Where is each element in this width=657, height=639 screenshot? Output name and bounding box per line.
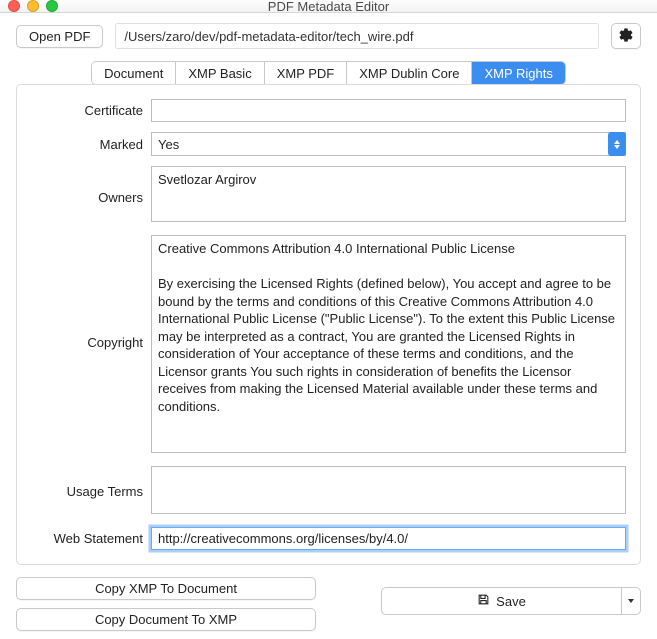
- settings-button[interactable]: [611, 23, 641, 49]
- save-button-label: Save: [496, 594, 526, 609]
- label-usage-terms: Usage Terms: [31, 466, 151, 499]
- minimize-window-button[interactable]: [27, 0, 39, 12]
- label-owners: Owners: [31, 166, 151, 205]
- tab-document[interactable]: Document: [92, 62, 176, 84]
- tab-label: XMP Basic: [188, 66, 251, 81]
- tab-xmp-rights[interactable]: XMP Rights: [472, 62, 564, 84]
- tab-label: Document: [104, 66, 163, 81]
- row-certificate: Certificate: [31, 99, 626, 122]
- file-path-text: /Users/zaro/dev/pdf-metadata-editor/tech…: [124, 29, 413, 44]
- save-icon: [477, 593, 490, 609]
- row-owners: Owners: [31, 166, 626, 225]
- copy-document-to-xmp-button[interactable]: Copy Document To XMP: [16, 608, 316, 631]
- open-pdf-button-label: Open PDF: [29, 29, 90, 44]
- gear-icon: [618, 27, 634, 46]
- window-title: PDF Metadata Editor: [0, 0, 657, 14]
- tab-label: XMP Dublin Core: [359, 66, 459, 81]
- tab-xmp-pdf[interactable]: XMP PDF: [265, 62, 348, 84]
- bottom-left-buttons: Copy XMP To Document Copy Document To XM…: [16, 577, 316, 631]
- marked-select-value: Yes: [158, 137, 179, 152]
- tab-xmp-basic[interactable]: XMP Basic: [176, 62, 264, 84]
- row-copyright: Copyright: [31, 235, 626, 456]
- bottom-bar: Copy XMP To Document Copy Document To XM…: [0, 565, 657, 639]
- save-button[interactable]: Save: [381, 587, 621, 615]
- traffic-lights: [8, 0, 58, 12]
- row-marked: Marked Yes: [31, 132, 626, 156]
- tab-xmp-dublin-core[interactable]: XMP Dublin Core: [347, 62, 472, 84]
- app-window: PDF Metadata Editor Open PDF /Users/zaro…: [0, 0, 657, 638]
- open-pdf-button[interactable]: Open PDF: [16, 25, 103, 48]
- xmp-rights-pane: Certificate Marked Yes: [16, 84, 641, 565]
- content-area: Certificate Marked Yes: [16, 85, 641, 565]
- certificate-input[interactable]: [151, 99, 626, 122]
- bottom-right: Save: [332, 577, 641, 615]
- label-marked: Marked: [31, 137, 151, 152]
- label-web-statement: Web Statement: [31, 531, 151, 546]
- tab-strip: Document XMP Basic XMP PDF XMP Dublin Co…: [91, 61, 566, 85]
- close-window-button[interactable]: [8, 0, 20, 12]
- usage-terms-input[interactable]: [151, 466, 626, 514]
- tab-label: XMP PDF: [277, 66, 335, 81]
- button-label: Copy Document To XMP: [95, 612, 237, 627]
- titlebar: PDF Metadata Editor: [0, 0, 657, 13]
- select-stepper-icon: [608, 132, 626, 156]
- button-label: Copy XMP To Document: [95, 581, 237, 596]
- save-dropdown-toggle[interactable]: [621, 587, 641, 615]
- owners-input[interactable]: [151, 166, 626, 222]
- copyright-input[interactable]: [151, 235, 626, 453]
- file-path-display: /Users/zaro/dev/pdf-metadata-editor/tech…: [115, 23, 599, 49]
- row-web-statement: Web Statement: [31, 527, 626, 550]
- zoom-window-button[interactable]: [46, 0, 58, 12]
- row-usage-terms: Usage Terms: [31, 466, 626, 517]
- chevron-down-icon: [628, 599, 634, 603]
- tab-bar: Document XMP Basic XMP PDF XMP Dublin Co…: [0, 61, 657, 85]
- label-copyright: Copyright: [31, 235, 151, 350]
- web-statement-input[interactable]: [151, 527, 626, 550]
- tab-label: XMP Rights: [484, 66, 552, 81]
- label-certificate: Certificate: [31, 103, 151, 118]
- copy-xmp-to-document-button[interactable]: Copy XMP To Document: [16, 577, 316, 600]
- toolbar: Open PDF /Users/zaro/dev/pdf-metadata-ed…: [0, 13, 657, 59]
- marked-select[interactable]: Yes: [151, 132, 626, 156]
- save-split-button: Save: [381, 587, 641, 615]
